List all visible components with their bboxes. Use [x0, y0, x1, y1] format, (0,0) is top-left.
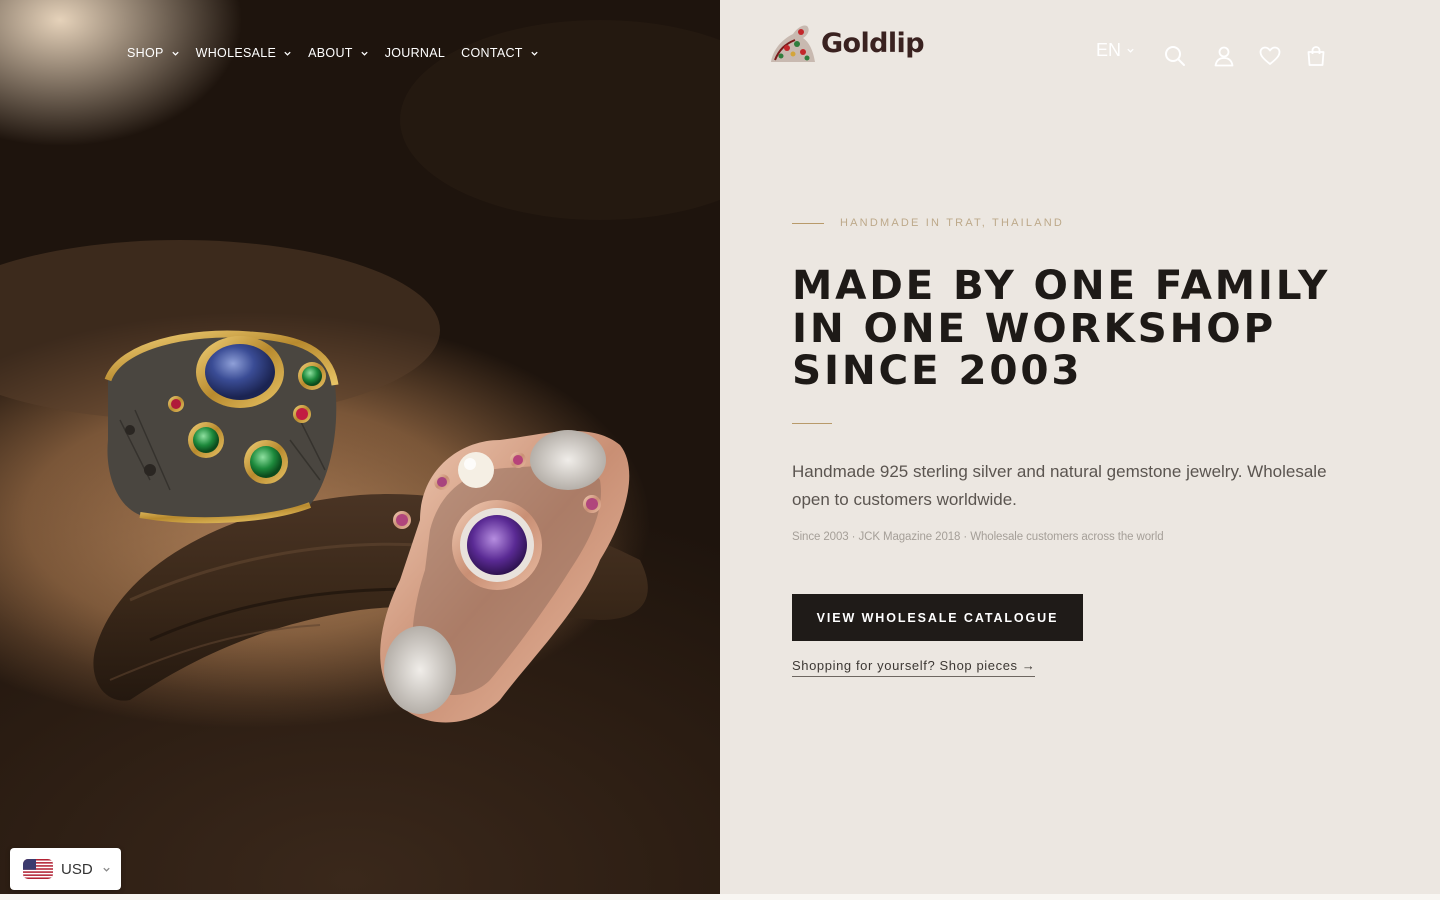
currency-selector[interactable]: USD: [10, 848, 121, 890]
nav-item-journal[interactable]: JOURNAL: [385, 46, 445, 60]
cart-icon[interactable]: [1304, 44, 1328, 68]
chevron-down-icon: [171, 51, 179, 56]
eyebrow-text: HANDMADE IN TRAT, THAILAND: [840, 217, 1065, 229]
logo-mark-icon: [771, 25, 815, 62]
chevron-down-icon: [103, 867, 110, 872]
header-tools: EN: [1096, 40, 1135, 61]
currency-code: USD: [61, 860, 93, 878]
page-bottom-strip: [0, 894, 1440, 900]
nav-item-label: ABOUT: [308, 46, 353, 60]
chevron-down-icon: [361, 51, 368, 56]
nav-item-label: SHOP: [127, 46, 164, 60]
account-icon[interactable]: [1212, 44, 1236, 68]
us-flag-icon: [23, 859, 53, 879]
nav-item-contact[interactable]: CONTACT: [461, 46, 539, 60]
hero-headline: MADE BY ONE FAMILY IN ONE WORKSHOP SINCE…: [792, 261, 1331, 394]
jewelry-photo: [0, 20, 720, 723]
search-icon[interactable]: [1163, 44, 1187, 68]
language-selector[interactable]: EN: [1096, 40, 1135, 61]
nav-item-shop[interactable]: SHOP: [127, 46, 180, 60]
hero-content-panel: [720, 0, 1440, 894]
hero-eyebrow: HANDMADE IN TRAT, THAILAND: [792, 217, 1064, 229]
chevron-down-icon: [284, 51, 291, 56]
site-logo[interactable]: Goldlip: [767, 22, 925, 64]
main-nav: SHOP WHOLESALE ABOUT JOURNAL CONTACT: [127, 46, 555, 60]
logo-text: Goldlip: [821, 27, 925, 59]
shop-pieces-link[interactable]: Shopping for yourself? Shop pieces →: [792, 658, 1036, 677]
chevron-down-icon: [1127, 48, 1134, 53]
nav-item-about[interactable]: ABOUT: [308, 46, 369, 60]
nav-item-label: JOURNAL: [384, 46, 446, 60]
nav-item-wholesale[interactable]: WHOLESALE: [196, 46, 293, 60]
view-wholesale-catalogue-button[interactable]: VIEW WHOLESALE CATALOGUE: [792, 594, 1083, 641]
wishlist-icon[interactable]: [1258, 44, 1282, 68]
hero-lead-text: Handmade 925 sterling silver and natural…: [792, 462, 1327, 509]
language-label: EN: [1096, 40, 1122, 60]
nav-item-label: CONTACT: [461, 46, 523, 60]
chevron-down-icon: [531, 51, 538, 56]
hero-image: SHOP WHOLESALE ABOUT JOURNAL CONTACT USD: [0, 0, 720, 894]
divider: [792, 423, 832, 424]
hero-meta-text: Since 2003 · JCK Magazine 2018 · Wholesa…: [792, 531, 1164, 543]
eyebrow-rule: [792, 222, 824, 224]
nav-item-label: WHOLESALE: [195, 46, 277, 60]
